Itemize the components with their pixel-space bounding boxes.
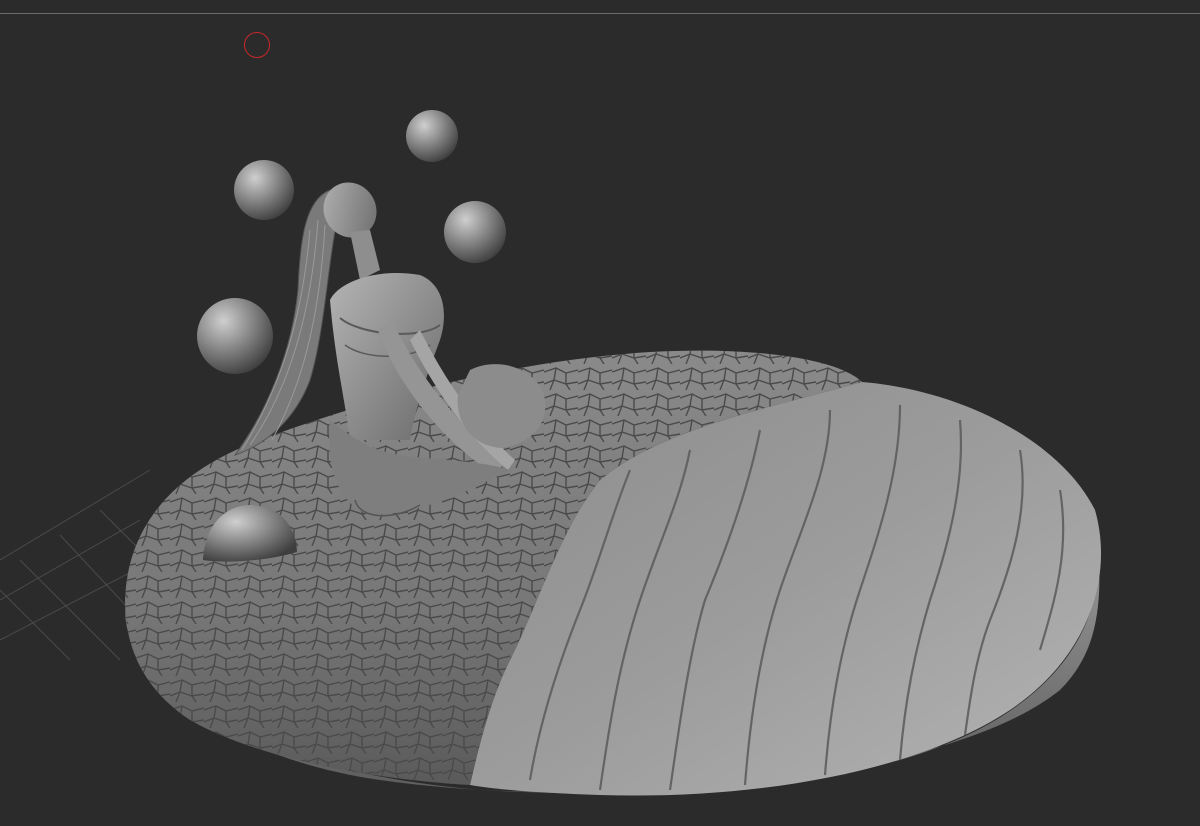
floating-sphere [444, 201, 506, 263]
floating-sphere [234, 160, 294, 220]
brush-cursor-icon [244, 32, 270, 58]
floor-grid [0, 469, 151, 661]
sculpt-viewport[interactable] [0, 0, 1200, 826]
floating-sphere [197, 298, 273, 374]
floating-sphere [406, 110, 458, 162]
scene-canvas[interactable] [0, 0, 1200, 826]
